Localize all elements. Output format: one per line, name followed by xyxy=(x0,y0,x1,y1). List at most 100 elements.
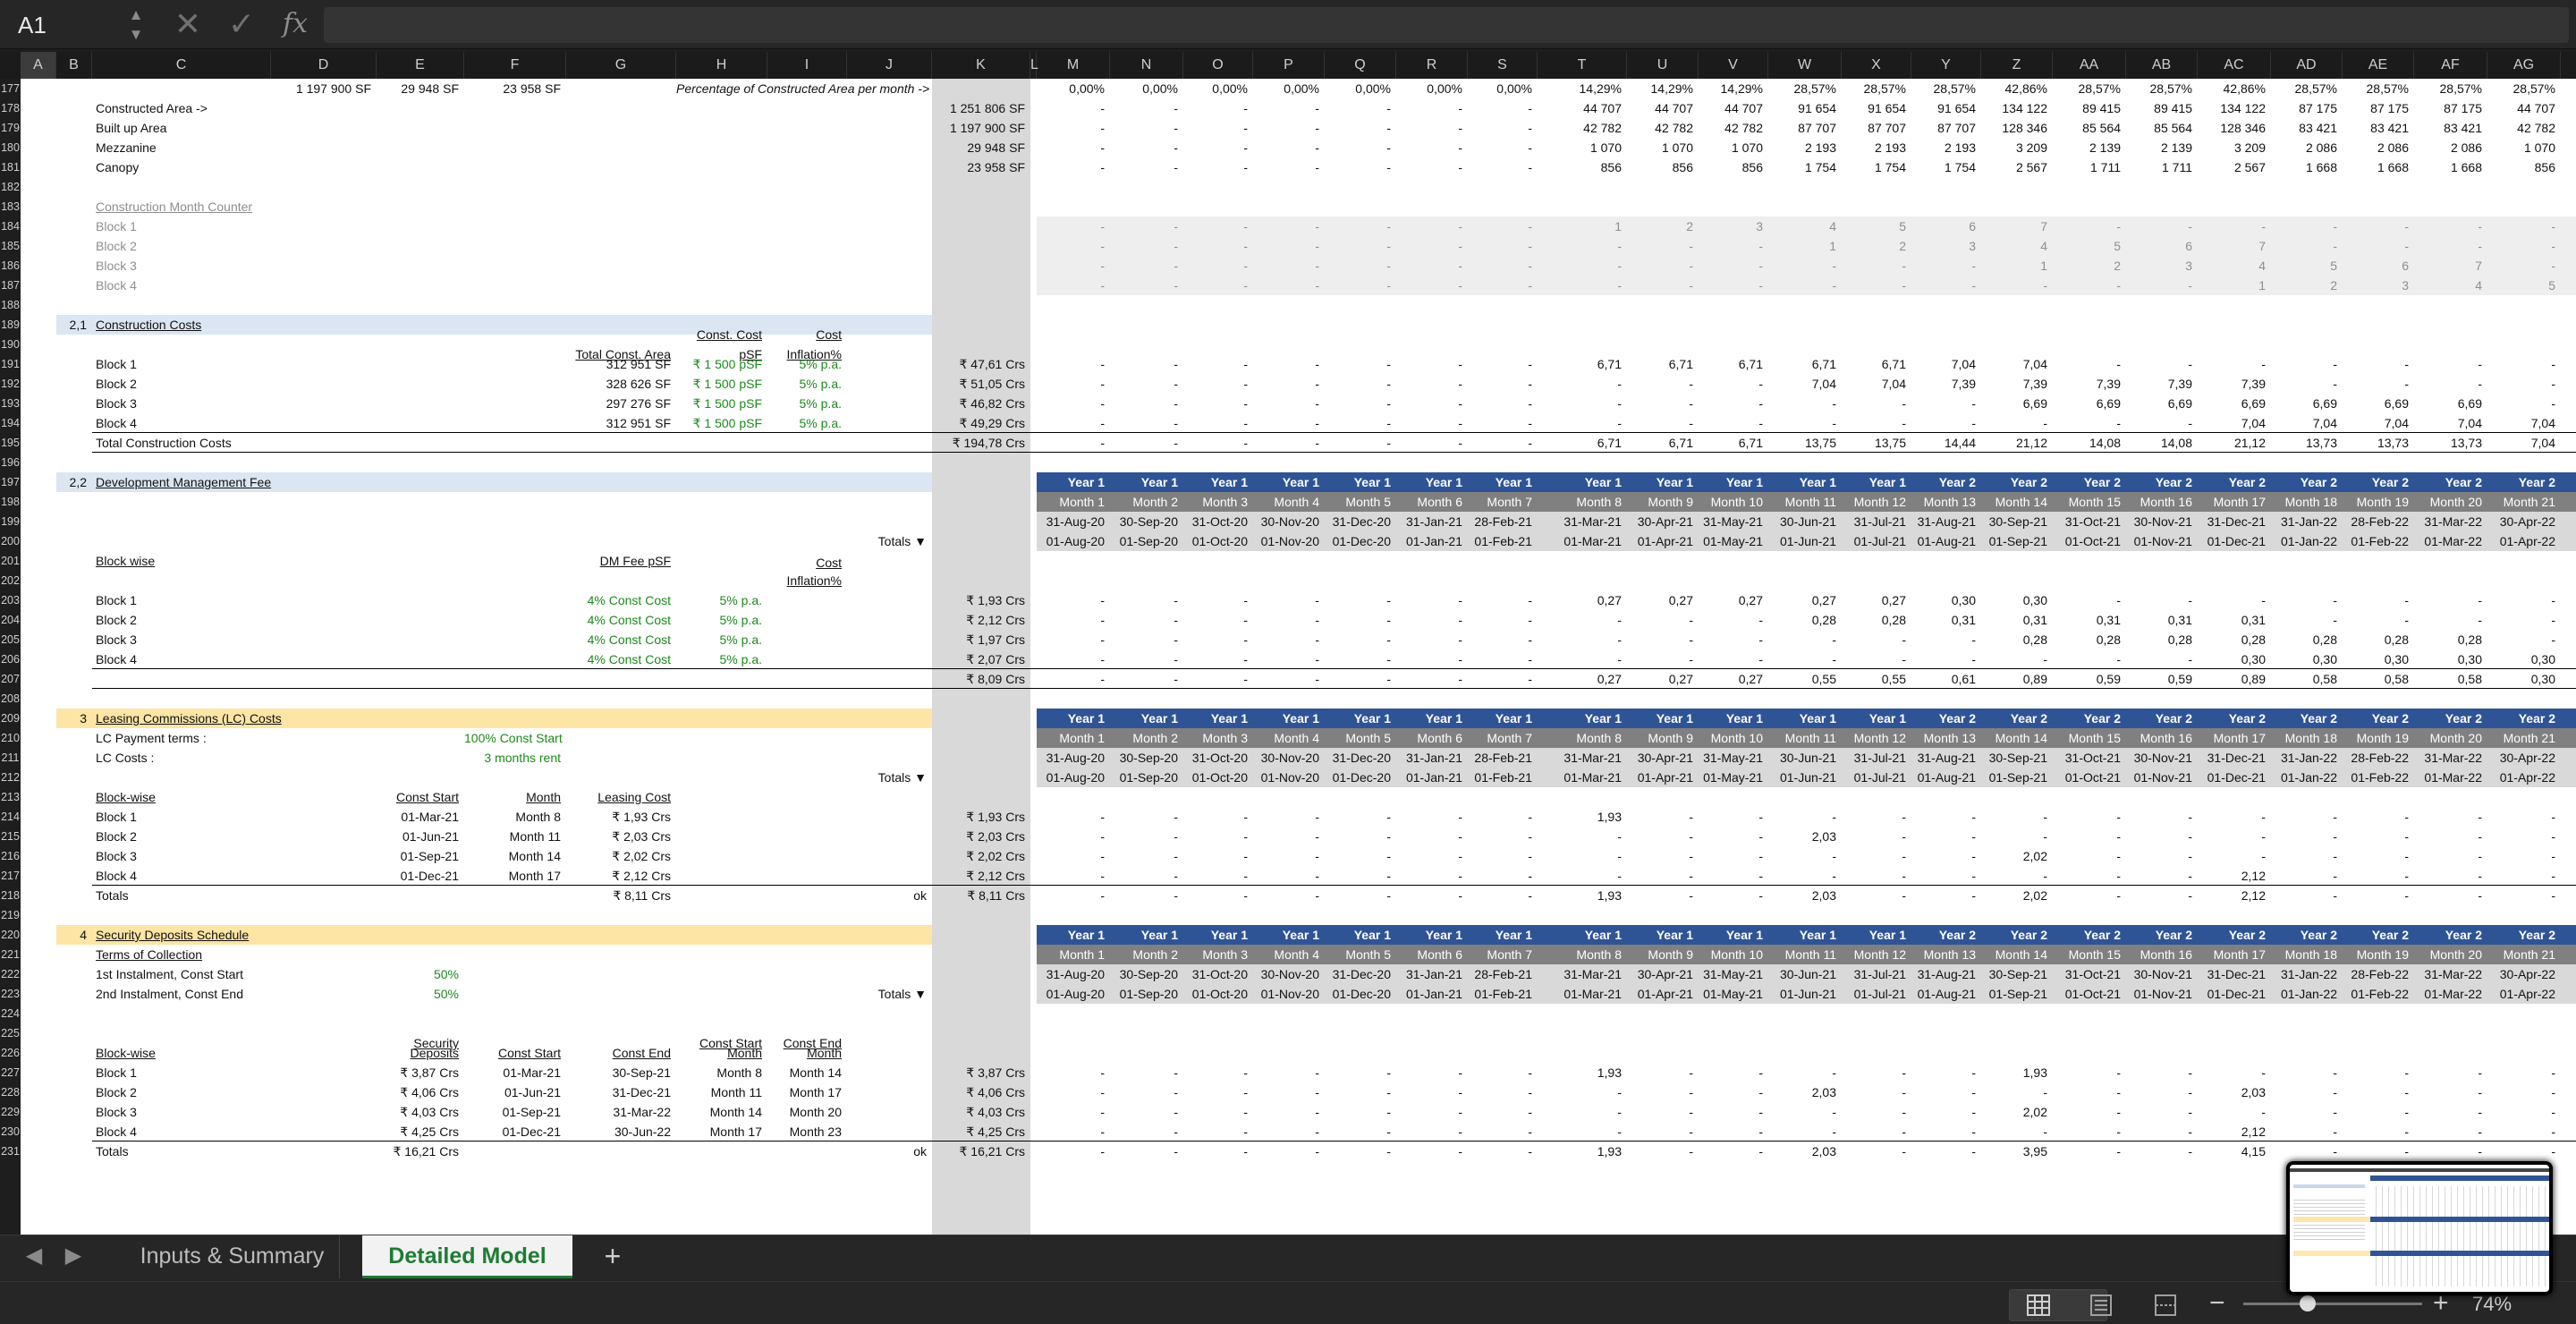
value-cell[interactable]: - xyxy=(2487,216,2561,236)
cell-k180[interactable]: 29 948 SF xyxy=(932,138,1030,157)
timeline-period-start[interactable]: 01-Aug-20 xyxy=(1037,768,1110,787)
value-cell[interactable]: - xyxy=(2414,886,2487,905)
timeline-period-start[interactable]: 01-Jan-21 xyxy=(1396,531,1468,551)
value-cell[interactable]: - xyxy=(1981,1082,2053,1102)
value-cell[interactable]: 2 567 xyxy=(2198,157,2271,177)
column-header-o[interactable]: O xyxy=(1183,52,1253,79)
value-cell[interactable]: 13,75 xyxy=(1842,433,1911,453)
value-cell[interactable]: - xyxy=(2414,610,2487,630)
row-header[interactable]: 186 xyxy=(0,256,21,276)
timeline-month-label[interactable]: Month 15 xyxy=(2053,728,2126,748)
value-cell[interactable]: - xyxy=(1842,846,1911,866)
value-cell[interactable]: 7,04 xyxy=(2414,413,2487,433)
value-cell[interactable]: - xyxy=(1325,827,1396,846)
column-header-m[interactable]: M xyxy=(1037,52,1110,79)
value-cell[interactable]: - xyxy=(1325,866,1396,886)
row-header[interactable]: 199 xyxy=(0,512,21,531)
row-header[interactable]: 178 xyxy=(0,98,21,118)
tab-scroll-right-icon[interactable]: ▶ xyxy=(55,1235,91,1278)
value-cell[interactable]: - xyxy=(1110,413,1183,433)
value-cell[interactable]: - xyxy=(2053,649,2126,669)
cell-h230[interactable]: Month 17 xyxy=(676,1122,767,1142)
timeline-period-start[interactable]: 01-Jul-21 xyxy=(1842,768,1911,787)
cell-k181[interactable]: 23 958 SF xyxy=(932,157,1030,177)
timeline-month-label[interactable]: Month 1 xyxy=(1037,492,1110,512)
cell-k195[interactable]: ₹ 194,78 Crs xyxy=(932,433,1030,453)
value-cell[interactable]: - xyxy=(1699,649,1768,669)
timeline-period-end[interactable]: 31-May-21 xyxy=(1699,964,1768,984)
value-cell[interactable]: - xyxy=(1325,649,1396,669)
timeline-period-end[interactable]: 28-Feb-22 xyxy=(2343,748,2414,768)
name-box-stepper-icon[interactable]: ▲ ▼ xyxy=(125,5,147,45)
value-cell[interactable]: 3,95 xyxy=(1981,1142,2053,1161)
value-cell[interactable]: - xyxy=(2198,846,2271,866)
value-cell[interactable]: - xyxy=(1468,256,1538,276)
timeline-year-label[interactable]: Year 1 xyxy=(1325,925,1396,945)
cell-c218[interactable]: Totals xyxy=(92,886,271,905)
value-cell[interactable]: - xyxy=(1538,630,1627,649)
timeline-year-label[interactable]: Year 2 xyxy=(1981,709,2053,728)
value-cell[interactable]: - xyxy=(1037,354,1110,374)
value-cell[interactable]: - xyxy=(1627,1122,1699,1142)
row-header[interactable]: 210 xyxy=(0,728,21,748)
value-cell[interactable]: - xyxy=(2053,590,2126,610)
function-fx-icon[interactable]: fx xyxy=(277,4,313,45)
value-cell[interactable]: - xyxy=(2126,886,2198,905)
value-cell[interactable]: - xyxy=(2198,216,2271,236)
value-cell[interactable]: 2 xyxy=(2271,276,2343,295)
cell-g205[interactable]: 4% Const Cost xyxy=(566,630,676,649)
timeline-year-label[interactable]: Year 2 xyxy=(2053,925,2126,945)
value-cell[interactable]: 3 xyxy=(2126,256,2198,276)
value-cell[interactable]: - xyxy=(1253,669,1325,689)
value-cell[interactable]: - xyxy=(1627,827,1699,846)
row-header[interactable]: 214 xyxy=(0,807,21,827)
timeline-year-label[interactable]: Year 2 xyxy=(2271,472,2343,492)
timeline-period-start[interactable]: 01-May-21 xyxy=(1699,531,1768,551)
value-cell[interactable]: - xyxy=(1253,138,1325,157)
value-cell[interactable]: - xyxy=(1253,256,1325,276)
timeline-period-start[interactable]: 01-Jun-21 xyxy=(1768,531,1842,551)
column-header-f[interactable]: F xyxy=(464,52,566,79)
cell-c220[interactable]: Security Deposits Schedule xyxy=(92,925,271,945)
value-cell[interactable]: - xyxy=(2198,807,2271,827)
value-cell[interactable]: - xyxy=(2126,216,2198,236)
value-cell[interactable]: 0,28 xyxy=(1842,610,1911,630)
value-cell[interactable]: - xyxy=(1627,846,1699,866)
value-cell[interactable]: 5 xyxy=(2053,236,2126,256)
value-cell[interactable]: 2 193 xyxy=(1842,138,1911,157)
timeline-period-end[interactable]: 31-May-21 xyxy=(1699,512,1768,531)
value-cell[interactable]: 7,39 xyxy=(1981,374,2053,394)
timeline-period-end[interactable]: 31-Mar-22 xyxy=(2414,964,2487,984)
timeline-month-label[interactable]: Month 6 xyxy=(1396,945,1468,964)
value-cell[interactable]: - xyxy=(1110,118,1183,138)
cell-g227[interactable]: 30-Sep-21 xyxy=(566,1063,676,1082)
value-cell[interactable]: - xyxy=(1110,669,1183,689)
value-cell[interactable]: - xyxy=(1110,276,1183,295)
value-cell[interactable]: 89 415 xyxy=(2126,98,2198,118)
value-cell[interactable]: 1 070 xyxy=(2487,138,2561,157)
timeline-period-end[interactable]: 28-Feb-21 xyxy=(1468,512,1538,531)
value-cell[interactable]: - xyxy=(1981,866,2053,886)
timeline-year-label[interactable]: Year 1 xyxy=(1253,925,1325,945)
value-cell[interactable]: - xyxy=(2414,1122,2487,1142)
value-cell[interactable]: 44 707 xyxy=(1627,98,1699,118)
value-cell[interactable]: - xyxy=(2487,807,2561,827)
value-cell[interactable]: - xyxy=(1037,98,1110,118)
value-cell[interactable]: - xyxy=(1110,827,1183,846)
value-cell[interactable]: - xyxy=(2343,610,2414,630)
value-cell[interactable]: - xyxy=(1110,1063,1183,1082)
value-cell[interactable]: - xyxy=(1183,610,1253,630)
timeline-period-end[interactable]: 31-Aug-21 xyxy=(1911,964,1981,984)
value-cell[interactable]: 87 175 xyxy=(2414,98,2487,118)
timeline-month-label[interactable]: Month 13 xyxy=(1911,945,1981,964)
cell-c204[interactable]: Block 2 xyxy=(92,610,271,630)
value-cell[interactable]: - xyxy=(1183,1122,1253,1142)
cell-g218[interactable]: ₹ 8,11 Crs xyxy=(566,886,676,905)
value-cell[interactable]: - xyxy=(1396,98,1468,118)
value-cell[interactable]: 128 346 xyxy=(2198,118,2271,138)
timeline-month-label[interactable]: Month 1 xyxy=(1037,945,1110,964)
timeline-year-label[interactable]: Year 1 xyxy=(1842,472,1911,492)
row-header[interactable]: 191 xyxy=(0,354,21,374)
value-cell[interactable]: - xyxy=(1627,413,1699,433)
value-cell[interactable]: - xyxy=(1037,846,1110,866)
